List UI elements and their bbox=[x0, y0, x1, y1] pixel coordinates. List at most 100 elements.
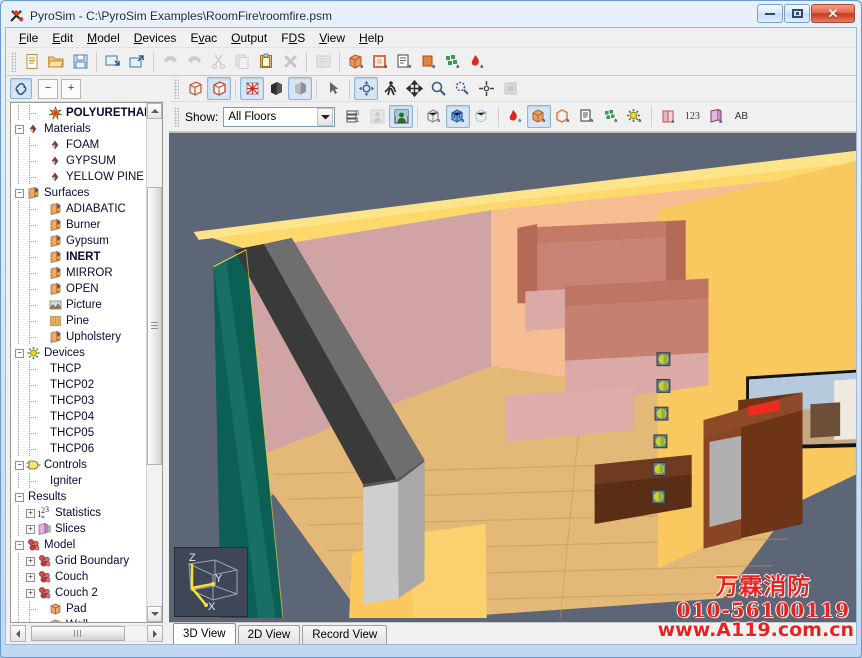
show-obstruction-2-button[interactable] bbox=[551, 105, 575, 128]
tree-item-igniter[interactable]: Igniter bbox=[11, 473, 146, 489]
redo-button[interactable] bbox=[182, 50, 206, 73]
scroll-left-button[interactable] bbox=[10, 625, 26, 642]
expand-all-button[interactable]: + bbox=[61, 78, 81, 99]
save-disk-button[interactable] bbox=[68, 50, 92, 73]
show-boundary-button[interactable] bbox=[704, 105, 728, 128]
tab-2d-view[interactable]: 2D View bbox=[237, 625, 301, 644]
import-fds-button[interactable] bbox=[101, 50, 125, 73]
zoom-to-point-button[interactable] bbox=[474, 77, 498, 100]
collapse-icon[interactable]: − bbox=[15, 124, 24, 134]
show-numbers-button[interactable]: 123 bbox=[680, 105, 704, 128]
undo-button[interactable] bbox=[158, 50, 182, 73]
tree-item-wall[interactable]: Wall bbox=[11, 617, 146, 622]
new-particles-button[interactable] bbox=[440, 50, 464, 73]
tree-item-model[interactable]: − Model bbox=[11, 537, 146, 553]
scroll-up-button[interactable] bbox=[147, 103, 162, 119]
person-show-button[interactable] bbox=[389, 105, 414, 128]
edit-properties-button[interactable] bbox=[311, 50, 335, 73]
close-button[interactable]: ✕ bbox=[811, 4, 855, 23]
tab-3d-view[interactable]: 3D View bbox=[173, 623, 236, 644]
tree-item-results[interactable]: − Results bbox=[11, 489, 146, 505]
solid-shaded-view-button[interactable] bbox=[288, 77, 312, 100]
scroll-track[interactable] bbox=[147, 119, 162, 606]
menu-devices[interactable]: Devices bbox=[127, 29, 184, 47]
expand-icon[interactable]: + bbox=[26, 572, 35, 582]
3d-scene[interactable] bbox=[169, 133, 856, 619]
menu-output[interactable]: Output bbox=[224, 29, 274, 47]
expand-icon[interactable]: + bbox=[26, 524, 35, 534]
menu-help[interactable]: Help bbox=[352, 29, 391, 47]
tree-item-couch[interactable]: + Couch bbox=[11, 569, 146, 585]
expand-icon[interactable]: + bbox=[26, 508, 35, 518]
tree-item-pine[interactable]: Pine bbox=[11, 313, 146, 329]
new-document-button[interactable] bbox=[20, 50, 44, 73]
menu-model[interactable]: Model bbox=[80, 29, 127, 47]
tree-item-pad[interactable]: Pad bbox=[11, 601, 146, 617]
expand-icon[interactable]: + bbox=[26, 556, 35, 566]
tree-item-thcp[interactable]: THCP bbox=[11, 361, 146, 377]
walk-navigate-button[interactable] bbox=[378, 77, 402, 100]
tree-item-polyurethane[interactable]: POLYURETHANE bbox=[11, 105, 146, 121]
paste-button[interactable] bbox=[254, 50, 278, 73]
menu-fds[interactable]: FDS bbox=[274, 29, 312, 47]
pan-move-button[interactable] bbox=[402, 77, 426, 100]
new-hole-button[interactable] bbox=[368, 50, 392, 73]
show-mesh-blue-button[interactable] bbox=[446, 105, 471, 128]
tree-item-statistics[interactable]: +1 2 3 Statistics bbox=[11, 505, 146, 521]
textured-view-button[interactable] bbox=[240, 77, 264, 100]
export-fds-button[interactable] bbox=[125, 50, 149, 73]
tree-item-adiabatic[interactable]: ADIABATIC bbox=[11, 201, 146, 217]
scroll-right-button[interactable] bbox=[147, 625, 163, 642]
navigation-view-button[interactable] bbox=[10, 78, 32, 99]
model-tree[interactable]: POLYURETHANE − Materials FOAM GYPSUM YELLOW P… bbox=[11, 103, 146, 622]
toolbar-grip[interactable] bbox=[11, 51, 16, 72]
new-obstruction-button[interactable] bbox=[344, 50, 368, 73]
zoom-window-button[interactable] bbox=[450, 77, 474, 100]
show-mesh-gray-button[interactable] bbox=[422, 105, 446, 128]
menu-view[interactable]: View bbox=[312, 29, 352, 47]
collapse-icon[interactable]: − bbox=[15, 348, 24, 358]
delete-button[interactable] bbox=[278, 50, 302, 73]
tree-item-thcp06[interactable]: THCP06 bbox=[11, 441, 146, 457]
tree-item-thcp05[interactable]: THCP05 bbox=[11, 425, 146, 441]
hscroll-thumb[interactable] bbox=[30, 626, 126, 641]
reorder-layers-button[interactable]: 21 bbox=[341, 105, 365, 128]
tree-item-thcp03[interactable]: THCP03 bbox=[11, 393, 146, 409]
tree-item-foam[interactable]: FOAM bbox=[11, 137, 146, 153]
wireframe-view-button[interactable] bbox=[183, 77, 207, 100]
toolbar-grip[interactable] bbox=[174, 106, 179, 127]
toolbar-grip[interactable] bbox=[174, 78, 179, 99]
tree-item-couch-2[interactable]: + Couch 2 bbox=[11, 585, 146, 601]
tab-record-view[interactable]: Record View bbox=[302, 625, 388, 644]
chevron-down-icon[interactable] bbox=[317, 107, 334, 126]
hscroll-track[interactable] bbox=[26, 625, 147, 642]
tree-item-upholstery[interactable]: Upholstery bbox=[11, 329, 146, 345]
show-vent-sun-button[interactable] bbox=[623, 105, 647, 128]
collapse-icon[interactable]: − bbox=[15, 492, 24, 502]
collapse-icon[interactable]: − bbox=[15, 460, 24, 470]
maximize-button[interactable] bbox=[784, 4, 810, 23]
new-slice-button[interactable] bbox=[416, 50, 440, 73]
tree-item-gypsum[interactable]: Gypsum bbox=[11, 233, 146, 249]
show-obstruction-button[interactable] bbox=[527, 105, 552, 128]
show-fire-button[interactable] bbox=[503, 105, 527, 128]
3d-viewport[interactable]: Z Y X 万霖消防 010-56100119 bbox=[169, 132, 856, 622]
show-labels-button[interactable]: AB bbox=[728, 105, 754, 128]
orbit-navigate-button[interactable] bbox=[354, 77, 378, 100]
tree-item-mirror[interactable]: MIRROR bbox=[11, 265, 146, 281]
menu-file[interactable]: File bbox=[12, 29, 45, 47]
collapse-icon[interactable]: − bbox=[15, 188, 24, 198]
show-device-list-button[interactable] bbox=[575, 105, 599, 128]
copy-button[interactable] bbox=[230, 50, 254, 73]
floor-select[interactable]: All Floors bbox=[223, 106, 336, 127]
tree-horizontal-scrollbar[interactable] bbox=[10, 625, 163, 642]
collapse-icon[interactable]: − bbox=[15, 540, 24, 550]
cut-button[interactable] bbox=[206, 50, 230, 73]
tree-item-picture[interactable]: Picture bbox=[11, 297, 146, 313]
scroll-down-button[interactable] bbox=[147, 606, 162, 622]
select-arrow-button[interactable] bbox=[321, 77, 345, 100]
tree-item-controls[interactable]: − Controls bbox=[11, 457, 146, 473]
tree-item-slices[interactable]: + Slices bbox=[11, 521, 146, 537]
show-particles-button[interactable] bbox=[599, 105, 623, 128]
tree-item-burner[interactable]: Burner bbox=[11, 217, 146, 233]
